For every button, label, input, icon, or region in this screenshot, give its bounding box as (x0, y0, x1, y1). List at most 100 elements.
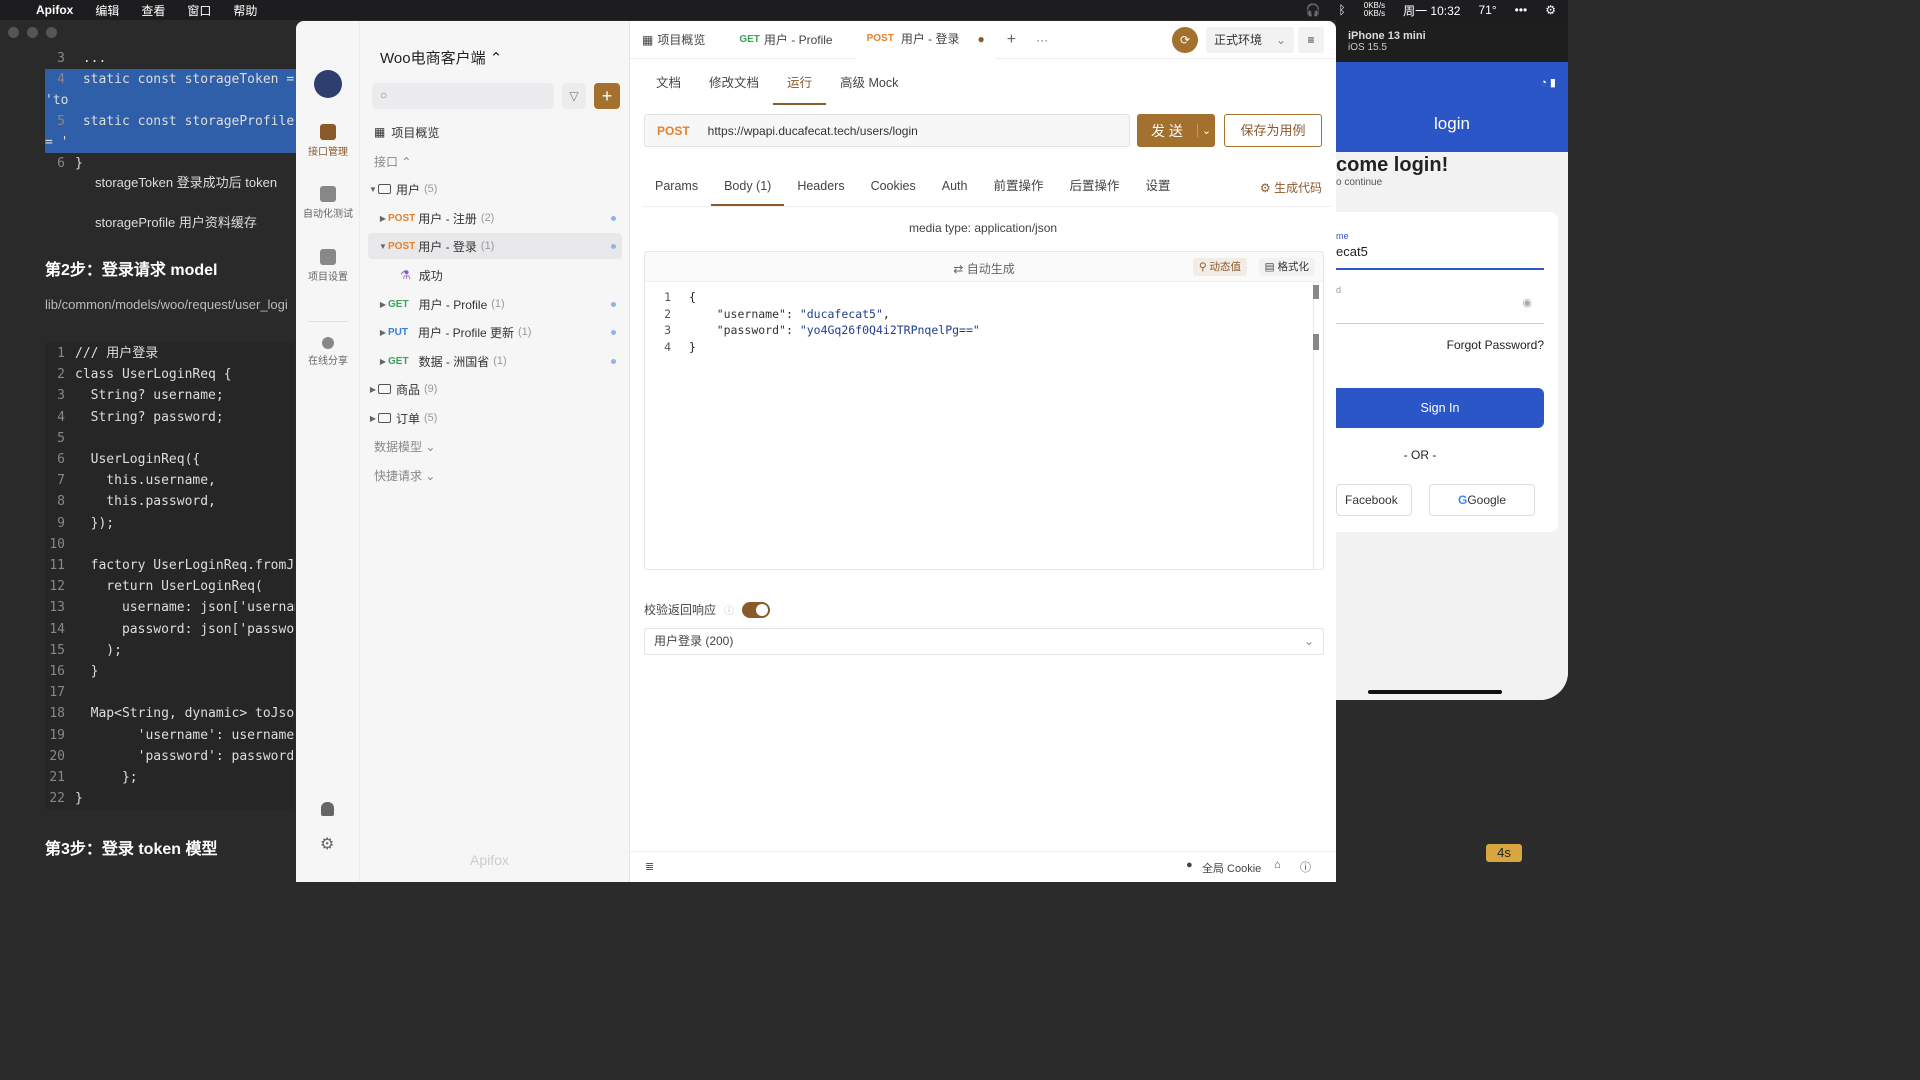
tree-label: 用户 - 登录 (418, 239, 477, 254)
google-button[interactable]: GGoogle (1429, 484, 1535, 516)
scrollbar-thumb[interactable] (1313, 334, 1319, 350)
sidebar-item-project-settings[interactable]: 项目设置 (296, 249, 360, 283)
more-tabs-icon[interactable]: ··· (1036, 33, 1048, 47)
method-badge: POST (388, 240, 416, 252)
sidebar-item-auto-test[interactable]: 自动化测试 (296, 186, 360, 220)
subtab-mock[interactable]: 高级 Mock (826, 71, 912, 105)
tab-params[interactable]: Params (642, 171, 711, 206)
env-select[interactable]: 正式环境 ⌄ (1206, 26, 1294, 53)
weather-temp[interactable]: 71° (1478, 3, 1496, 17)
username-field[interactable]: ecat5 (1336, 244, 1544, 270)
save-as-case-button[interactable]: 保存为用例 (1224, 114, 1322, 147)
send-button[interactable]: 发 送 ⌄ (1137, 114, 1215, 147)
gear-icon[interactable]: ⚙ (320, 834, 334, 854)
tree-api-register[interactable]: ▶ POST 用户 - 注册 (2) (368, 205, 622, 231)
tab-cookies[interactable]: Cookies (858, 171, 929, 206)
tab-settings[interactable]: 设置 (1133, 171, 1184, 206)
project-title[interactable]: Woo电商客户端 ⌃ (380, 47, 502, 68)
tab-auth[interactable]: Auth (929, 171, 981, 206)
refresh-icon[interactable]: ⟳ (1172, 26, 1198, 53)
search-input[interactable]: ○ (372, 83, 554, 109)
code-line: 11 factory UserLoginReq.fromJson( (49, 558, 295, 574)
sidebar-item-share[interactable]: 在线分享 (296, 337, 360, 367)
shirt-icon[interactable]: ⌂ (1274, 859, 1281, 871)
tab-headers[interactable]: Headers (784, 171, 857, 206)
add-tab-icon[interactable]: + (1007, 31, 1016, 49)
menu-view[interactable]: 查看 (141, 2, 165, 19)
more-icon[interactable]: ••• (1515, 3, 1528, 17)
add-button[interactable]: + (594, 83, 620, 109)
method-select[interactable]: POST (657, 124, 690, 138)
sidebar-item-api-management[interactable]: 接口管理 (296, 124, 360, 158)
avatar[interactable] (314, 70, 342, 98)
dynamic-value-button[interactable]: ⚲ 动态值 (1192, 258, 1247, 276)
tab-get-profile[interactable]: GET 用户 - Profile (729, 21, 842, 59)
tab-body[interactable]: Body (1) (711, 171, 785, 206)
facebook-label: Facebook (1345, 493, 1398, 507)
generate-code-button[interactable]: ⚙ 生成代码 (1260, 179, 1322, 196)
caret-right-icon: ▶ (379, 213, 387, 223)
code-line: 16 } (49, 664, 99, 680)
eye-icon[interactable]: ◉ (1522, 296, 1532, 309)
tree-quick-requests[interactable]: 快捷请求 ⌄ (368, 462, 622, 488)
facebook-button[interactable]: Facebook (1336, 484, 1412, 516)
device-os: iOS 15.5 (1348, 42, 1387, 53)
response-select[interactable]: 用户登录 (200) ⌄ (644, 628, 1324, 655)
code-line: 6} (57, 156, 83, 171)
url-input[interactable]: https://wpapi.ducafecat.tech/users/login (708, 124, 918, 138)
menu-help[interactable]: 帮助 (233, 2, 257, 19)
tab-post-login[interactable]: POST 用户 - 登录 ● (856, 21, 995, 59)
tab-pre-script[interactable]: 前置操作 (980, 171, 1056, 206)
clock[interactable]: 周一 10:32 (1403, 2, 1460, 19)
method-badge: GET (388, 355, 409, 367)
status-dot (611, 243, 616, 249)
tree-case-success[interactable]: ⚗ 成功 (368, 262, 622, 288)
app-bar: login (1336, 62, 1568, 152)
tree-folder-goods[interactable]: ▶ 商品 (9) (368, 376, 622, 402)
verify-toggle[interactable] (742, 601, 771, 618)
tree-api-regions[interactable]: ▶ GET 数据 - 洲国省 (1) (368, 348, 622, 374)
menu-edit[interactable]: 编辑 (95, 2, 119, 19)
tree-api-login[interactable]: ▼ POST 用户 - 登录 (1) (368, 233, 622, 259)
filter-button[interactable]: ▽ (562, 83, 586, 109)
menu-window[interactable]: 窗口 (187, 2, 211, 19)
tree-folder-orders[interactable]: ▶ 订单 (5) (368, 405, 622, 431)
list-icon[interactable]: ≣ (645, 860, 654, 873)
timer-badge: 4s (1486, 844, 1522, 862)
code-line: 8 this.password, (57, 494, 216, 510)
subtab-run[interactable]: 运行 (773, 71, 827, 105)
tree-api-profile[interactable]: ▶ GET 用户 - Profile (1) (368, 291, 622, 317)
tab-post-script[interactable]: 后置操作 (1056, 171, 1132, 206)
headphones-icon[interactable]: 🎧 (1306, 3, 1321, 17)
sign-in-button[interactable]: Sign In (1336, 388, 1544, 428)
body-editor[interactable]: ⇄ 自动生成 ⚲ 动态值 ▤ 格式化 1{2 "username": "duca… (644, 251, 1324, 570)
code-line: 20 'password': password, (49, 748, 295, 764)
scrollbar[interactable] (1313, 282, 1314, 569)
tree-data-models[interactable]: 数据模型 ⌄ (368, 433, 622, 459)
menu-app-name[interactable]: Apifox (36, 3, 73, 17)
bell-icon[interactable] (321, 802, 334, 816)
tree-folder-user[interactable]: ▼ 用户 (5) (368, 176, 622, 202)
hamburger-icon[interactable]: ≡ (1298, 26, 1324, 53)
tab-project-overview[interactable]: ▦ 项目概览 (632, 21, 715, 59)
subtab-edit-doc[interactable]: 修改文档 (695, 71, 773, 105)
chevron-down-icon[interactable]: ⌄ (1197, 124, 1215, 137)
format-button[interactable]: ▤ 格式化 (1258, 258, 1315, 276)
tree-api-section[interactable]: 接口 ⌃ (368, 148, 622, 174)
scrollbar-thumb[interactable] (1313, 285, 1319, 299)
control-center-icon[interactable]: ⚙ (1545, 3, 1556, 17)
subtab-doc[interactable]: 文档 (642, 71, 695, 105)
global-cookie-button[interactable]: 全局 Cookie (1202, 860, 1261, 876)
password-field[interactable]: ◉ (1336, 292, 1544, 324)
code-line: 18 Map<String, dynamic> toJson() (49, 706, 295, 722)
forgot-password-link[interactable]: Forgot Password? (1447, 338, 1544, 352)
editor-line: 2 "username": "ducafecat5", (664, 306, 890, 321)
help-icon[interactable]: ⓘ (1300, 859, 1311, 875)
method-badge: GET (388, 298, 409, 310)
bluetooth-icon[interactable]: ᛒ (1339, 3, 1346, 17)
url-bar[interactable]: POST https://wpapi.ducafecat.tech/users/… (644, 114, 1130, 147)
tree-api-profile-update[interactable]: ▶ PUT 用户 - Profile 更新 (1) (368, 319, 622, 345)
tree-count: (1) (493, 355, 507, 367)
caret-right-icon: ▶ (379, 299, 387, 309)
tree-project-overview[interactable]: ▦ 项目概览 (368, 119, 622, 145)
